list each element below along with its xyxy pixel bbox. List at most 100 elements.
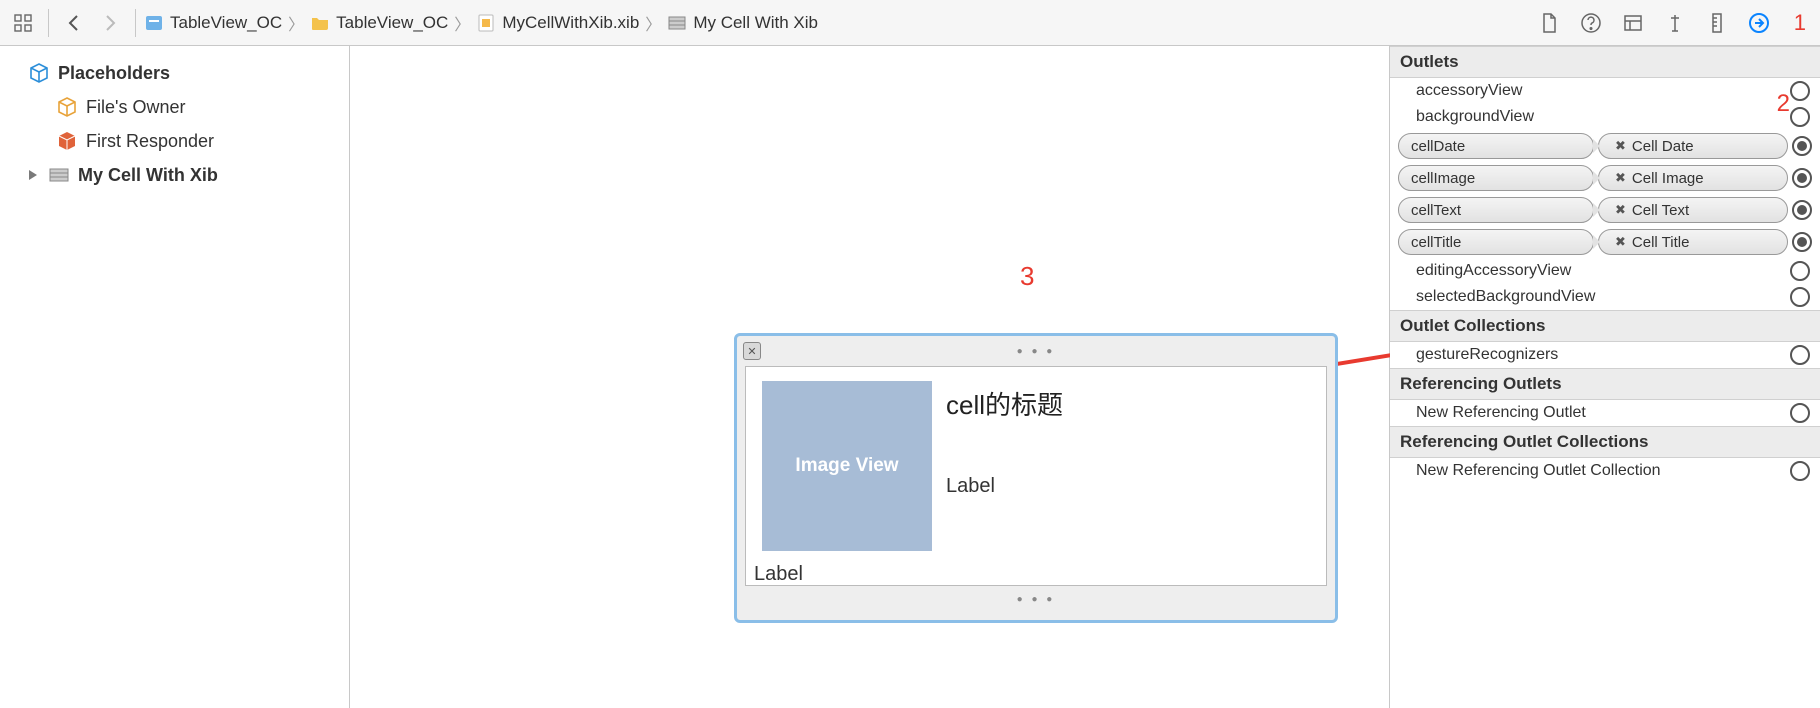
disclosure-triangle-icon[interactable] <box>28 169 40 181</box>
inspector-tabs: 1 <box>1536 10 1820 36</box>
connection-port[interactable] <box>1792 168 1812 188</box>
outlet-name: accessoryView <box>1400 82 1600 100</box>
cell-text-label[interactable]: Label <box>946 475 995 498</box>
xib-content[interactable]: Image View cell的标题 Label Label <box>745 366 1327 586</box>
tablecell-icon <box>667 13 687 33</box>
outlet-celldate: cellDate ✖Cell Date <box>1390 130 1820 162</box>
placeholders-section: Placeholders <box>0 56 349 90</box>
connection-port[interactable] <box>1792 200 1812 220</box>
outlet-name: New Referencing Outlet Collection <box>1400 462 1790 480</box>
outlet-accessoryview: accessoryView <box>1390 78 1820 104</box>
outlet-name: gestureRecognizers <box>1400 346 1600 364</box>
help-inspector-icon[interactable] <box>1578 10 1604 36</box>
crumb-object[interactable]: My Cell With Xib <box>667 13 818 33</box>
outlet-cellimage: cellImage ✖Cell Image <box>1390 162 1820 194</box>
files-owner-label: File's Owner <box>86 97 185 118</box>
drag-dots-icon: ● ● ● <box>1017 346 1056 357</box>
connection-port[interactable] <box>1790 345 1810 365</box>
my-cell-item[interactable]: My Cell With Xib <box>0 158 349 192</box>
forward-button[interactable] <box>95 9 125 37</box>
xib-bottombar[interactable]: ● ● ● <box>741 590 1331 608</box>
connection-port[interactable] <box>1790 261 1810 281</box>
toolbar-left <box>0 9 140 37</box>
file-inspector-icon[interactable] <box>1536 10 1562 36</box>
crumb-folder-label: TableView_OC <box>336 13 448 33</box>
outlet-name: New Referencing Outlet <box>1400 404 1790 422</box>
placeholders-label: Placeholders <box>58 63 170 84</box>
outlet-source[interactable]: cellDate <box>1398 133 1594 159</box>
connection-port[interactable] <box>1790 107 1810 127</box>
canvas[interactable]: 3 ✕ ● ● ● Image View cell的标题 Label Label… <box>350 46 1390 708</box>
annotation-2: 2 <box>1777 90 1790 118</box>
chevron-right-icon: 〉 <box>288 11 304 35</box>
outlet-collections-header: Outlet Collections <box>1390 310 1820 342</box>
new-ref-outlet: New Referencing Outlet <box>1390 400 1820 426</box>
disconnect-icon[interactable]: ✖ <box>1615 202 1626 218</box>
cell-title-label[interactable]: cell的标题 <box>946 385 1063 422</box>
disconnect-icon[interactable]: ✖ <box>1615 170 1626 186</box>
crumb-project[interactable]: TableView_OC <box>144 13 282 33</box>
breadcrumb: TableView_OC 〉 TableView_OC 〉 MyCellWith… <box>140 11 1536 35</box>
outlet-gesturerecognizers: gestureRecognizers <box>1390 342 1820 368</box>
outlet-dest[interactable]: ✖Cell Title <box>1598 229 1788 255</box>
main: Placeholders File's Owner First Responde… <box>0 46 1820 708</box>
toolbar: TableView_OC 〉 TableView_OC 〉 MyCellWith… <box>0 0 1820 46</box>
connection-port[interactable] <box>1790 403 1810 423</box>
tablecell-icon <box>48 164 70 186</box>
size-inspector-icon[interactable] <box>1704 10 1730 36</box>
outlet-source[interactable]: cellTitle <box>1398 229 1594 255</box>
annotation-3: 3 <box>1020 261 1034 292</box>
chevron-right-icon: 〉 <box>454 11 470 35</box>
image-view[interactable]: Image View <box>762 381 932 551</box>
xib-titlebar[interactable]: ✕ ● ● ● <box>741 340 1331 362</box>
project-icon <box>144 13 164 33</box>
ref-outlet-collections-header: Referencing Outlet Collections <box>1390 426 1820 458</box>
related-items-icon[interactable] <box>8 9 38 37</box>
crumb-file[interactable]: MyCellWithXib.xib <box>476 13 639 33</box>
back-button[interactable] <box>59 9 89 37</box>
files-owner-item[interactable]: File's Owner <box>0 90 349 124</box>
outlet-dest[interactable]: ✖Cell Text <box>1598 197 1788 223</box>
outlet-dest[interactable]: ✖Cell Date <box>1598 133 1788 159</box>
connection-port[interactable] <box>1792 232 1812 252</box>
outlet-source[interactable]: cellImage <box>1398 165 1594 191</box>
cube-icon <box>28 62 50 84</box>
cube-outline-icon <box>56 96 78 118</box>
xib-file-icon <box>476 13 496 33</box>
disconnect-icon[interactable]: ✖ <box>1615 234 1626 250</box>
navigator: Placeholders File's Owner First Responde… <box>0 46 350 708</box>
outlet-name: editingAccessoryView <box>1400 262 1600 280</box>
outlet-name: selectedBackgroundView <box>1400 288 1600 306</box>
connection-port[interactable] <box>1790 287 1810 307</box>
annotation-1: 1 <box>1794 10 1806 36</box>
new-ref-outlet-collection: New Referencing Outlet Collection <box>1390 458 1820 484</box>
divider <box>135 9 136 37</box>
cell-date-label[interactable]: Label <box>754 563 803 586</box>
connection-port[interactable] <box>1792 136 1812 156</box>
first-responder-item[interactable]: First Responder <box>0 124 349 158</box>
inspector: 2 Outlets accessoryView backgroundView c… <box>1390 46 1820 708</box>
chevron-right-icon: 〉 <box>645 11 661 35</box>
crumb-project-label: TableView_OC <box>170 13 282 33</box>
outlet-dest[interactable]: ✖Cell Image <box>1598 165 1788 191</box>
disconnect-icon[interactable]: ✖ <box>1615 138 1626 154</box>
connection-port[interactable] <box>1790 81 1810 101</box>
outlet-celltext: cellText ✖Cell Text <box>1390 194 1820 226</box>
outlet-source[interactable]: cellText <box>1398 197 1594 223</box>
cube-solid-icon <box>56 130 78 152</box>
close-icon[interactable]: ✕ <box>743 342 761 360</box>
connection-port[interactable] <box>1790 461 1810 481</box>
ref-outlets-header: Referencing Outlets <box>1390 368 1820 400</box>
crumb-file-label: MyCellWithXib.xib <box>502 13 639 33</box>
crumb-folder[interactable]: TableView_OC <box>310 13 448 33</box>
crumb-object-label: My Cell With Xib <box>693 13 818 33</box>
first-responder-label: First Responder <box>86 131 214 152</box>
connections-inspector-icon[interactable] <box>1746 10 1772 36</box>
identity-inspector-icon[interactable] <box>1620 10 1646 36</box>
image-view-label: Image View <box>795 455 898 477</box>
my-cell-label: My Cell With Xib <box>78 165 218 186</box>
divider <box>48 9 49 37</box>
xib-cell[interactable]: ✕ ● ● ● Image View cell的标题 Label Label ●… <box>734 333 1338 623</box>
attributes-inspector-icon[interactable] <box>1662 10 1688 36</box>
outlet-name: backgroundView <box>1400 108 1600 126</box>
